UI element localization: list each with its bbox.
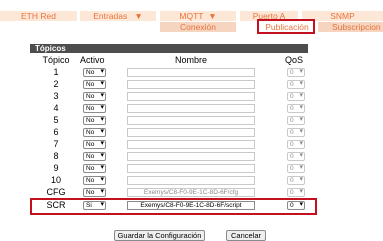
topic-row-4: 4 No 0	[30, 103, 308, 114]
active-select[interactable]: No	[83, 140, 106, 149]
topic-name-input[interactable]	[127, 128, 255, 137]
topic-name-input[interactable]	[127, 92, 255, 101]
topic-label: 7	[53, 139, 59, 149]
qos-select[interactable]: 0	[287, 140, 305, 149]
tab-mqtt[interactable]: MQTT ▼	[160, 11, 236, 21]
topic-row-10: 10 No 0	[30, 175, 308, 186]
active-select[interactable]: No	[83, 92, 106, 101]
topic-row-8: 8 No 0	[30, 151, 308, 162]
chevron-down-icon: ▼	[134, 11, 143, 21]
topic-row-6: 6 No 0	[30, 127, 308, 138]
topic-row-2: 2 No 0	[30, 79, 308, 90]
topic-name-input[interactable]	[127, 164, 255, 173]
active-select[interactable]: No	[83, 68, 106, 77]
qos-select[interactable]: 0	[287, 92, 305, 101]
qos-select[interactable]: 0	[287, 104, 305, 113]
chevron-down-icon: ▼	[208, 11, 217, 21]
qos-select[interactable]: 0	[287, 188, 305, 197]
qos-select[interactable]: 0	[287, 116, 305, 125]
topic-label: 6	[53, 127, 59, 137]
save-button[interactable]: Guardar la Configuración	[114, 230, 205, 241]
topic-label: 3	[53, 91, 59, 101]
active-select[interactable]: No	[83, 128, 106, 137]
panel-title: Tópicos	[30, 44, 308, 53]
active-select[interactable]: No	[83, 104, 106, 113]
active-select[interactable]: No	[83, 188, 106, 197]
topic-row-3: 3 No 0	[30, 91, 308, 102]
topic-label: 9	[53, 163, 59, 173]
tab-entradas[interactable]: Entradas ▼	[80, 11, 156, 21]
active-select[interactable]: No	[83, 116, 106, 125]
column-active: Activo	[80, 55, 105, 65]
qos-select[interactable]: 0	[287, 80, 305, 89]
topic-name-input[interactable]	[127, 80, 255, 89]
topic-label: 4	[53, 103, 59, 113]
tab-entradas-label: Entradas	[93, 11, 128, 21]
qos-select[interactable]: 0	[287, 128, 305, 137]
subtab-conexion[interactable]: Conexión	[160, 22, 236, 32]
topic-label: 10	[50, 175, 61, 185]
topic-name-input[interactable]	[127, 140, 255, 149]
topic-name-input[interactable]	[127, 152, 255, 161]
topic-name-input[interactable]	[127, 68, 255, 77]
column-topic: Tópico	[42, 55, 70, 65]
topic-label: 5	[53, 115, 59, 125]
topic-name-input[interactable]	[127, 176, 255, 185]
topic-label: 8	[53, 151, 59, 161]
topic-row-9: 9 No 0	[30, 163, 308, 174]
topic-label: CFG	[46, 187, 66, 197]
topic-row-5: 5 No 0	[30, 115, 308, 126]
topic-row-7: 7 No 0	[30, 139, 308, 150]
topic-label: 1	[53, 67, 59, 77]
subtab-subscripcion[interactable]: Subscripcion	[318, 22, 383, 32]
topic-name-input[interactable]: Exemys/C8-F0-9E-1C-8D-6F/cfg	[127, 188, 255, 197]
topic-name-input[interactable]	[127, 116, 255, 125]
topic-label: 2	[53, 79, 59, 89]
highlight-scr-row	[30, 198, 317, 215]
top-navigation: ETH Red Entradas ▼ MQTT ▼ Puerto A SNMP …	[0, 0, 383, 33]
cancel-button[interactable]: Cancelar	[226, 230, 266, 241]
tab-mqtt-label: MQTT	[179, 11, 204, 21]
highlight-publicacion	[257, 19, 315, 34]
qos-select[interactable]: 0	[287, 68, 305, 77]
topic-row-1: 1 No 0	[30, 67, 308, 78]
active-select[interactable]: No	[83, 80, 106, 89]
qos-select[interactable]: 0	[287, 152, 305, 161]
qos-select[interactable]: 0	[287, 176, 305, 185]
topic-row-cfg: CFG No Exemys/C8-F0-9E-1C-8D-6F/cfg 0	[30, 187, 308, 198]
tab-eth-red[interactable]: ETH Red	[0, 11, 77, 21]
topic-name-input[interactable]	[127, 104, 255, 113]
active-select[interactable]: No	[83, 152, 106, 161]
qos-select[interactable]: 0	[287, 164, 305, 173]
column-name: Nombre	[174, 55, 207, 65]
column-qos: QoS	[285, 55, 304, 65]
active-select[interactable]: No	[83, 176, 106, 185]
active-select[interactable]: No	[83, 164, 106, 173]
